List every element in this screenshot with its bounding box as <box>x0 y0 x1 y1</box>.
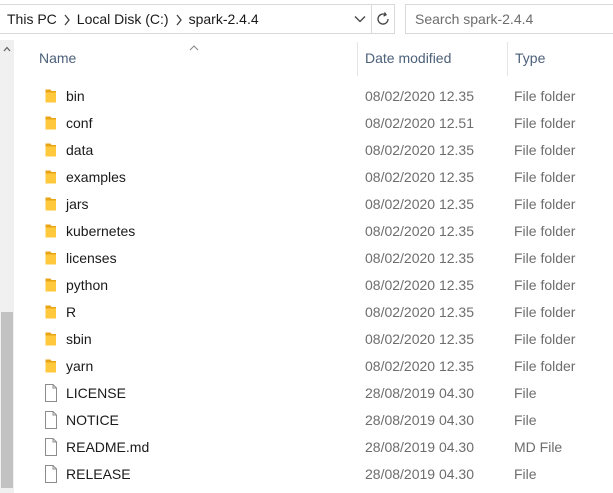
file-list: bin 08/02/2020 12.35 File folder conf 08/02/… <box>14 83 613 488</box>
folder-icon <box>42 357 60 375</box>
folder-icon <box>42 330 60 348</box>
file-type: File folder <box>514 115 576 131</box>
chevron-right-icon[interactable] <box>57 12 77 27</box>
file-row[interactable]: yarn 08/02/2020 12.35 File folder <box>14 353 613 380</box>
file-type: File folder <box>514 196 576 212</box>
vertical-scrollbar[interactable] <box>0 40 14 493</box>
file-row[interactable]: data 08/02/2020 12.35 File folder <box>14 137 613 164</box>
refresh-icon <box>377 12 389 25</box>
file-name: yarn <box>66 358 94 374</box>
file-date-modified: 08/02/2020 12.35 <box>365 331 474 347</box>
folder-icon <box>42 114 60 132</box>
file-type: File <box>514 466 537 482</box>
file-date-modified: 08/02/2020 12.35 <box>365 223 474 239</box>
file-row[interactable]: R 08/02/2020 12.35 File folder <box>14 299 613 326</box>
file-row[interactable]: LICENSE 28/08/2019 04.30 File <box>14 380 613 407</box>
folder-icon <box>42 87 60 105</box>
folder-icon <box>42 141 60 159</box>
file-name: bin <box>66 88 85 104</box>
file-date-modified: 08/02/2020 12.35 <box>365 250 474 266</box>
breadcrumb-this-pc[interactable]: This PC <box>7 11 57 27</box>
address-bar[interactable]: This PC Local Disk (C:) spark-2.4.4 <box>0 4 372 34</box>
file-date-modified: 08/02/2020 12.35 <box>365 196 474 212</box>
file-icon <box>42 465 60 483</box>
column-name[interactable]: Name <box>39 40 76 76</box>
file-name: sbin <box>66 331 92 347</box>
column-date-modified[interactable]: Date modified <box>365 40 451 76</box>
file-type: File folder <box>514 304 576 320</box>
chevron-down-icon[interactable] <box>349 5 371 33</box>
file-date-modified: 28/08/2019 04.30 <box>365 385 474 401</box>
file-date-modified: 28/08/2019 04.30 <box>365 439 474 455</box>
file-type: File folder <box>514 169 576 185</box>
file-date-modified: 08/02/2020 12.35 <box>365 169 474 185</box>
folder-icon <box>42 195 60 213</box>
file-name: LICENSE <box>66 385 126 401</box>
file-name: python <box>66 277 109 293</box>
refresh-button[interactable] <box>371 4 395 34</box>
file-type: File folder <box>514 223 576 239</box>
file-row[interactable]: NOTICE 28/08/2019 04.30 File <box>14 407 613 434</box>
search-input[interactable]: Search spark-2.4.4 <box>405 4 613 34</box>
chevron-right-icon[interactable] <box>169 12 189 27</box>
file-name: kubernetes <box>66 223 136 239</box>
file-row[interactable]: jars 08/02/2020 12.35 File folder <box>14 191 613 218</box>
file-row[interactable]: conf 08/02/2020 12.51 File folder <box>14 110 613 137</box>
file-icon <box>42 384 60 402</box>
file-type: File folder <box>514 358 576 374</box>
file-row[interactable]: bin 08/02/2020 12.35 File folder <box>14 83 613 110</box>
file-type: File <box>514 385 537 401</box>
column-type[interactable]: Type <box>515 40 545 76</box>
folder-icon <box>42 222 60 240</box>
scrollbar-thumb[interactable] <box>1 312 13 488</box>
file-name: jars <box>66 196 89 212</box>
file-type: MD File <box>514 439 563 455</box>
folder-icon <box>42 276 60 294</box>
column-divider[interactable] <box>357 42 358 76</box>
file-icon <box>42 411 60 429</box>
column-divider[interactable] <box>507 42 508 76</box>
file-date-modified: 28/08/2019 04.30 <box>365 466 474 482</box>
folder-icon <box>42 303 60 321</box>
file-date-modified: 08/02/2020 12.35 <box>365 88 474 104</box>
file-date-modified: 08/02/2020 12.35 <box>365 277 474 293</box>
file-row[interactable]: examples 08/02/2020 12.35 File folder <box>14 164 613 191</box>
file-name: data <box>66 142 94 158</box>
file-row[interactable]: README.md 28/08/2019 04.30 MD File <box>14 434 613 461</box>
file-date-modified: 28/08/2019 04.30 <box>365 412 474 428</box>
file-date-modified: 08/02/2020 12.51 <box>365 115 474 131</box>
file-name: README.md <box>66 439 150 455</box>
scroll-up-icon[interactable] <box>0 42 14 56</box>
file-type: File folder <box>514 88 576 104</box>
file-row[interactable]: licenses 08/02/2020 12.35 File folder <box>14 245 613 272</box>
file-date-modified: 08/02/2020 12.35 <box>365 304 474 320</box>
file-date-modified: 08/02/2020 12.35 <box>365 142 474 158</box>
file-type: File folder <box>514 277 576 293</box>
file-row[interactable]: RELEASE 28/08/2019 04.30 File <box>14 461 613 488</box>
file-type: File <box>514 412 537 428</box>
file-name: R <box>66 304 77 320</box>
column-header: Name Date modified Type <box>14 40 613 76</box>
file-row[interactable]: kubernetes 08/02/2020 12.35 File folder <box>14 218 613 245</box>
breadcrumb-local-disk[interactable]: Local Disk (C:) <box>77 11 169 27</box>
breadcrumb-spark[interactable]: spark-2.4.4 <box>189 11 259 27</box>
file-name: examples <box>66 169 126 185</box>
file-name: conf <box>66 115 93 131</box>
file-type: File folder <box>514 250 576 266</box>
breadcrumb: This PC Local Disk (C:) spark-2.4.4 <box>0 5 349 33</box>
file-name: RELEASE <box>66 466 131 482</box>
file-name: licenses <box>66 250 117 266</box>
file-date-modified: 08/02/2020 12.35 <box>365 358 474 374</box>
file-row[interactable]: sbin 08/02/2020 12.35 File folder <box>14 326 613 353</box>
file-type: File folder <box>514 142 576 158</box>
file-name: NOTICE <box>66 412 119 428</box>
folder-icon <box>42 168 60 186</box>
file-icon <box>42 438 60 456</box>
folder-icon <box>42 249 60 267</box>
file-type: File folder <box>514 331 576 347</box>
file-row[interactable]: python 08/02/2020 12.35 File folder <box>14 272 613 299</box>
